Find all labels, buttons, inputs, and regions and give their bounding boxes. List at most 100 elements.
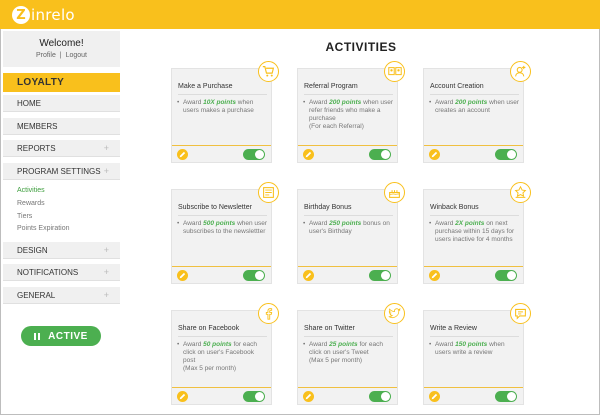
pencil-icon xyxy=(431,393,438,400)
edit-button[interactable] xyxy=(177,149,188,160)
enable-toggle[interactable] xyxy=(243,149,265,160)
expand-plus-icon[interactable]: + xyxy=(104,287,109,304)
title-divider xyxy=(178,94,267,95)
card-footer xyxy=(298,266,397,283)
referral-icon xyxy=(384,61,405,82)
activity-card: Share on Facebook • Award 50 points for ea… xyxy=(171,303,279,405)
edit-button[interactable] xyxy=(429,270,440,281)
points-value: 200 points xyxy=(329,99,362,106)
bullet: • xyxy=(303,99,306,106)
bullet: • xyxy=(177,220,180,227)
activity-title: Account Creation xyxy=(430,83,484,90)
activity-card: Share on Twitter • Award 25 points for eac… xyxy=(297,303,405,405)
edit-button[interactable] xyxy=(303,149,314,160)
edit-button[interactable] xyxy=(303,270,314,281)
title-divider xyxy=(178,215,267,216)
subnav-points-expiration[interactable]: Points Expiration xyxy=(17,225,70,232)
activity-card: Make a Purchase • Award 10X points when us… xyxy=(171,61,279,163)
edit-button[interactable] xyxy=(177,270,188,281)
expand-plus-icon[interactable]: + xyxy=(104,264,109,281)
bullet: • xyxy=(429,220,432,227)
nav-program-settings-label: PROGRAM SETTINGS xyxy=(17,167,101,176)
activity-title: Share on Twitter xyxy=(304,325,355,332)
subnav-activities[interactable]: Activities xyxy=(17,187,45,194)
nav-design[interactable]: DESIGN + xyxy=(3,242,120,259)
enable-toggle[interactable] xyxy=(369,391,391,402)
description-note: (For each Referral) xyxy=(309,123,364,130)
pencil-icon xyxy=(305,393,312,400)
enable-toggle[interactable] xyxy=(243,270,265,281)
points-value: 10X points xyxy=(203,99,236,106)
bullet: • xyxy=(303,341,306,348)
nav-reports[interactable]: REPORTS + xyxy=(3,140,120,157)
nav-general[interactable]: GENERAL + xyxy=(3,287,120,304)
review-icon xyxy=(510,303,531,324)
activity-card: Write a Review • Award 150 points when use… xyxy=(423,303,531,405)
edit-button[interactable] xyxy=(429,149,440,160)
enable-toggle[interactable] xyxy=(495,149,517,160)
loyalty-section-header[interactable]: LOYALTY xyxy=(3,73,120,92)
enable-toggle[interactable] xyxy=(369,149,391,160)
title-divider xyxy=(304,336,393,337)
points-value: 200 points xyxy=(455,99,488,106)
pencil-icon xyxy=(431,272,438,279)
activity-title: Winback Bonus xyxy=(430,204,479,211)
title-divider xyxy=(304,215,393,216)
top-bar: Z inrelo xyxy=(0,0,600,29)
bullet: • xyxy=(429,341,432,348)
enable-toggle[interactable] xyxy=(495,391,517,402)
pencil-icon xyxy=(305,272,312,279)
enable-toggle[interactable] xyxy=(243,391,265,402)
description-prefix: Award xyxy=(309,341,330,348)
nav-notifications[interactable]: NOTIFICATIONS + xyxy=(3,264,120,281)
card-footer xyxy=(424,266,523,283)
profile-link[interactable]: Profile xyxy=(36,52,56,59)
edit-button[interactable] xyxy=(303,391,314,402)
nav-home[interactable]: HOME xyxy=(3,95,120,112)
activity-title: Subscribe to Newsletter xyxy=(178,204,252,211)
logo-mark: Z xyxy=(12,6,30,24)
enable-toggle[interactable] xyxy=(495,270,517,281)
edit-button[interactable] xyxy=(429,391,440,402)
expand-plus-icon[interactable]: + xyxy=(104,163,109,180)
zinrelo-logo[interactable]: Z inrelo xyxy=(12,5,75,25)
activity-description: • Award 10X points when users makes a pur… xyxy=(177,99,268,115)
subnav-rewards[interactable]: Rewards xyxy=(17,200,45,207)
program-status-button[interactable]: ACTIVE xyxy=(21,326,101,346)
pencil-icon xyxy=(179,393,186,400)
card-footer xyxy=(172,145,271,162)
expand-plus-icon[interactable]: + xyxy=(104,242,109,259)
activity-description: • Award 200 points when user creates an a… xyxy=(429,99,520,115)
nav-design-label: DESIGN xyxy=(17,246,48,255)
activity-card: Referral Program • Award 200 points when u… xyxy=(297,61,405,163)
points-value: 500 points xyxy=(203,220,236,227)
activity-card: Winback Bonus • Award 2X points on next pu… xyxy=(423,182,531,284)
subnav-tiers[interactable]: Tiers xyxy=(17,213,32,220)
points-value: 50 points xyxy=(203,341,232,348)
activity-card: Account Creation • Award 200 points when u… xyxy=(423,61,531,163)
program-status-label: ACTIVE xyxy=(48,330,88,342)
nav-notifications-label: NOTIFICATIONS xyxy=(17,268,79,277)
nav-reports-label: REPORTS xyxy=(17,144,56,153)
pencil-icon xyxy=(179,151,186,158)
pause-icon xyxy=(34,332,41,340)
nav-members[interactable]: MEMBERS xyxy=(3,118,120,135)
welcome-title: Welcome! xyxy=(39,38,84,49)
nav-program-settings[interactable]: PROGRAM SETTINGS + xyxy=(3,163,120,180)
activity-description: • Award 50 points for each click on user'… xyxy=(177,341,268,373)
description-prefix: Award xyxy=(309,220,330,227)
activity-title: Referral Program xyxy=(304,83,358,90)
expand-plus-icon[interactable]: + xyxy=(104,140,109,157)
sidebar: Welcome! Profile | Logout LOYALTY HOME M… xyxy=(3,31,120,413)
enable-toggle[interactable] xyxy=(369,270,391,281)
nav-home-label: HOME xyxy=(17,99,41,108)
card-footer xyxy=(298,145,397,162)
bullet: • xyxy=(429,99,432,106)
logout-link[interactable]: Logout xyxy=(66,52,87,59)
activity-description: • Award 25 points for each click on user'… xyxy=(303,341,394,365)
description-prefix: Award xyxy=(309,99,330,106)
pencil-icon xyxy=(179,272,186,279)
page-title: ACTIVITIES xyxy=(325,40,397,54)
edit-button[interactable] xyxy=(177,391,188,402)
welcome-panel: Welcome! Profile | Logout xyxy=(3,31,120,67)
